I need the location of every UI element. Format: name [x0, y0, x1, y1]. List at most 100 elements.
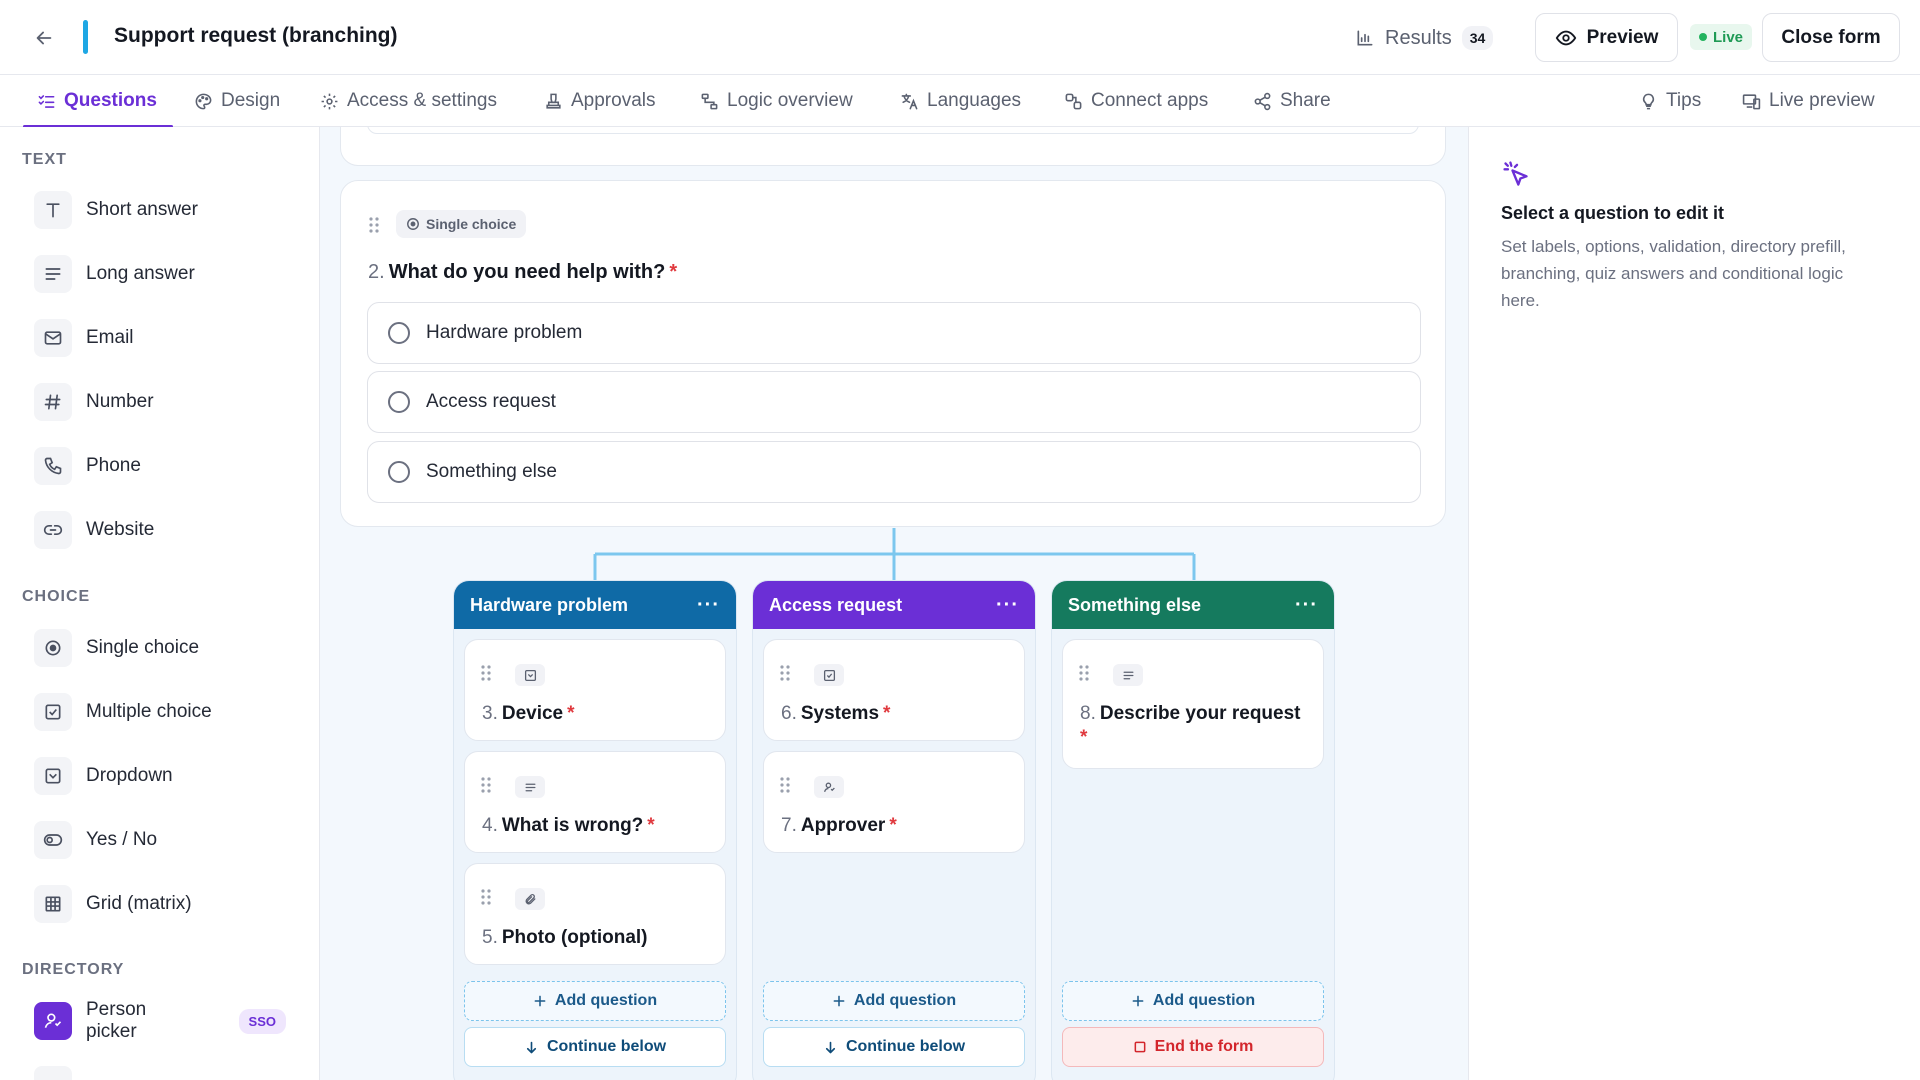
sidebar-heading-choice: CHOICE	[22, 588, 91, 605]
required-marker: *	[1080, 727, 1088, 748]
more-options-icon[interactable]: ···	[996, 594, 1019, 617]
question-number: 3.	[482, 703, 498, 724]
paragraph-icon	[1113, 664, 1143, 686]
tab-label: Approvals	[571, 90, 656, 111]
question-title-text: What is wrong?	[501, 815, 644, 836]
drag-handle-icon[interactable]	[480, 664, 492, 682]
question-number: 5.	[482, 927, 498, 948]
phone-icon	[34, 447, 72, 485]
branch-question-card[interactable]: 3. Device *	[464, 639, 726, 741]
sidebar-item-single-choice[interactable]: Single choice	[34, 625, 286, 671]
bulb-icon	[1642, 93, 1655, 109]
close-form-label: Close form	[1781, 26, 1881, 48]
tab-connect-apps[interactable]: Connect apps	[1064, 75, 1208, 127]
end-form-button[interactable]: End the form	[1062, 1027, 1324, 1067]
paperclip-icon	[515, 888, 545, 910]
sidebar-item-number[interactable]: Number	[34, 379, 286, 425]
sidebar-item-grid-matrix[interactable]: Grid (matrix)	[34, 881, 286, 927]
add-question-label: Add question	[554, 992, 658, 1009]
text-t-icon	[34, 191, 72, 229]
close-form-button[interactable]: Close form	[1762, 13, 1900, 62]
drag-handle-icon[interactable]	[480, 776, 492, 794]
plus-icon	[534, 995, 546, 1007]
drag-handle-icon[interactable]	[480, 888, 492, 906]
continue-below-button[interactable]: Continue below	[464, 1027, 726, 1067]
results-button[interactable]: Results 34	[1355, 20, 1494, 56]
title-accent-bar	[83, 20, 88, 54]
required-marker: *	[889, 815, 897, 836]
tab-approvals[interactable]: Approvals	[544, 75, 656, 127]
more-options-icon[interactable]: ···	[1295, 594, 1318, 617]
sidebar-item-label: Short answer	[86, 199, 198, 220]
question-number: 6.	[781, 703, 797, 724]
add-question-button[interactable]: Add question	[1062, 981, 1324, 1021]
live-label: Live	[1713, 28, 1744, 46]
back-button[interactable]	[28, 22, 60, 54]
drag-handle-icon[interactable]	[779, 776, 791, 794]
eye-icon	[1555, 30, 1576, 45]
sidebar-item-website[interactable]: Website	[34, 507, 286, 553]
tab-logic-overview[interactable]: Logic overview	[700, 75, 853, 127]
paragraph-icon	[34, 255, 72, 293]
branch-header: Access request ···	[753, 581, 1035, 629]
sidebar-item-label: Dropdown	[86, 765, 173, 786]
tab-design[interactable]: Design	[194, 75, 280, 127]
tab-questions[interactable]: Questions	[23, 75, 173, 128]
sidebar-item-phone[interactable]: Phone	[34, 443, 286, 489]
sidebar-item-dropdown[interactable]: Dropdown	[34, 753, 286, 799]
branch-question-card[interactable]: 4. What is wrong? *	[464, 751, 726, 853]
sidebar-item-partial[interactable]	[34, 1062, 286, 1080]
sidebar-item-label: Phone	[86, 455, 141, 476]
required-marker: *	[883, 703, 891, 724]
tab-label: Languages	[927, 90, 1022, 111]
drag-handle-icon[interactable]	[1078, 664, 1090, 682]
dropdown-icon	[515, 664, 545, 686]
sidebar-item-person-picker[interactable]: Person picker SSO	[34, 998, 286, 1044]
tab-label: Connect apps	[1091, 90, 1209, 111]
branch-question-title: 5. Photo (optional)	[482, 926, 718, 950]
sidebar-item-long-answer[interactable]: Long answer	[34, 251, 286, 297]
branch-question-card[interactable]: 6. Systems *	[763, 639, 1025, 741]
drag-handle-icon[interactable]	[779, 664, 791, 682]
tab-label: Logic overview	[727, 90, 853, 111]
tab-label: Share	[1280, 90, 1331, 111]
preview-label: Preview	[1586, 26, 1659, 48]
plug-icon	[1065, 93, 1082, 109]
branch-question-card[interactable]: 7. Approver *	[763, 751, 1025, 853]
tab-tips[interactable]: Tips	[1639, 75, 1701, 127]
sidebar-item-label: Yes / No	[86, 829, 158, 850]
tab-label: Design	[221, 90, 281, 111]
continue-below-label: Continue below	[845, 1038, 966, 1055]
sidebar-item-email[interactable]: Email	[34, 315, 286, 361]
grid-icon	[34, 885, 72, 923]
share-icon	[1254, 92, 1271, 110]
tab-share[interactable]: Share	[1253, 75, 1331, 127]
live-status-badge: Live	[1690, 24, 1753, 50]
sidebar-item-label: Multiple choice	[86, 701, 212, 722]
results-count-badge: 34	[1461, 26, 1494, 50]
sidebar-item-multiple-choice[interactable]: Multiple choice	[34, 689, 286, 735]
branch-question-card[interactable]: 8. Describe your request *	[1062, 639, 1324, 769]
branch-column-something-else: Something else ··· 8. Describe your reque…	[1051, 580, 1335, 1080]
palette-icon	[195, 93, 212, 109]
branch-question-title: 7. Approver *	[781, 814, 1017, 838]
continue-below-button[interactable]: Continue below	[763, 1027, 1025, 1067]
branch-question-title: 4. What is wrong? *	[482, 814, 718, 838]
add-question-button[interactable]: Add question	[763, 981, 1025, 1021]
required-marker: *	[567, 703, 575, 724]
panel-title: Select a question to edit it	[1501, 203, 1725, 223]
branch-question-card[interactable]: 5. Photo (optional)	[464, 863, 726, 965]
sidebar-heading-text: TEXT	[22, 151, 67, 168]
plus-icon	[1132, 995, 1144, 1007]
sidebar-item-short-answer[interactable]: Short answer	[34, 187, 286, 233]
tab-languages[interactable]: Languages	[900, 75, 1021, 127]
tab-label: Questions	[64, 90, 157, 111]
add-question-button[interactable]: Add question	[464, 981, 726, 1021]
panel-description: Set labels, options, validation, directo…	[1501, 237, 1846, 310]
more-options-icon[interactable]: ···	[697, 594, 720, 617]
tab-access-settings[interactable]: Access & settings	[320, 75, 497, 127]
plus-icon	[833, 995, 845, 1007]
preview-button[interactable]: Preview	[1535, 13, 1678, 62]
tab-live-preview[interactable]: Live preview	[1742, 75, 1875, 127]
sidebar-item-yes-no[interactable]: Yes / No	[34, 817, 286, 863]
